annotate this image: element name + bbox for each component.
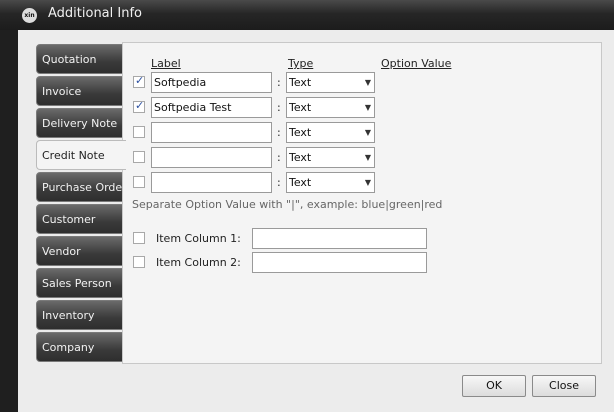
close-button[interactable]: Close bbox=[532, 375, 596, 397]
title-bar[interactable]: xin Additional Info bbox=[0, 0, 614, 30]
row-2-label-field[interactable]: Softpedia Test bbox=[151, 97, 272, 118]
row-1-type-value: Text bbox=[289, 76, 312, 89]
row-1-separator: : bbox=[277, 76, 281, 89]
tab-vendor[interactable]: Vendor bbox=[36, 236, 124, 266]
item-column-1-label: Item Column 1: bbox=[156, 232, 241, 245]
option-value-column-header: Option Value bbox=[381, 57, 452, 70]
row-2-checkbox[interactable] bbox=[133, 99, 145, 113]
tab-customer[interactable]: Customer bbox=[36, 204, 124, 234]
item-column-2-checkbox[interactable] bbox=[133, 256, 145, 268]
row-3-separator: : bbox=[277, 126, 281, 139]
row-5-type-value: Text bbox=[289, 176, 312, 189]
row-4-type-select[interactable]: Text ▼ bbox=[286, 147, 375, 168]
tab-delivery-note[interactable]: Delivery Note bbox=[36, 108, 124, 138]
window-title: Additional Info bbox=[48, 6, 142, 21]
row-4-separator: : bbox=[277, 151, 281, 164]
tab-credit-note[interactable]: Credit Note bbox=[36, 140, 126, 170]
row-2-separator: : bbox=[277, 101, 281, 114]
row-5-separator: : bbox=[277, 176, 281, 189]
item-column-2-label: Item Column 2: bbox=[156, 256, 241, 269]
row-3-checkbox[interactable] bbox=[133, 126, 145, 138]
row-5-checkbox[interactable] bbox=[133, 176, 145, 188]
ok-button[interactable]: OK bbox=[462, 375, 526, 397]
label-column-header: Label bbox=[151, 57, 181, 70]
row-3-type-select[interactable]: Text ▼ bbox=[286, 122, 375, 143]
app-icon: xin bbox=[22, 8, 37, 23]
option-value-hint: Separate Option Value with "|", example:… bbox=[132, 198, 443, 211]
tab-sales-person[interactable]: Sales Person bbox=[36, 268, 124, 298]
chevron-down-icon: ▼ bbox=[364, 128, 371, 137]
row-4-type-value: Text bbox=[289, 151, 312, 164]
chevron-down-icon: ▼ bbox=[364, 153, 371, 162]
item-column-1-checkbox[interactable] bbox=[133, 232, 145, 244]
row-4-label-field[interactable] bbox=[151, 147, 272, 168]
tab-inventory[interactable]: Inventory bbox=[36, 300, 124, 330]
chevron-down-icon: ▼ bbox=[364, 103, 371, 112]
row-1-label-field[interactable]: Softpedia bbox=[151, 72, 272, 93]
chevron-down-icon: ▼ bbox=[364, 78, 371, 87]
row-5-label-field[interactable] bbox=[151, 172, 272, 193]
item-column-1-field[interactable] bbox=[252, 228, 427, 249]
item-column-2-field[interactable] bbox=[252, 252, 427, 273]
additional-info-window: xin Additional Info Quotation Invoice De… bbox=[0, 0, 614, 412]
row-4-checkbox[interactable] bbox=[133, 151, 145, 163]
row-3-label-field[interactable] bbox=[151, 122, 272, 143]
type-column-header: Type bbox=[288, 57, 314, 70]
tab-purchase-order[interactable]: Purchase Order bbox=[36, 172, 127, 202]
row-3-type-value: Text bbox=[289, 126, 312, 139]
chevron-down-icon: ▼ bbox=[364, 178, 371, 187]
tab-company[interactable]: Company bbox=[36, 332, 124, 362]
tab-invoice[interactable]: Invoice bbox=[36, 76, 124, 106]
row-1-checkbox[interactable] bbox=[133, 74, 145, 88]
row-2-type-select[interactable]: Text ▼ bbox=[286, 97, 375, 118]
row-1-type-select[interactable]: Text ▼ bbox=[286, 72, 375, 93]
row-5-type-select[interactable]: Text ▼ bbox=[286, 172, 375, 193]
tab-quotation[interactable]: Quotation bbox=[36, 44, 124, 74]
row-2-type-value: Text bbox=[289, 101, 312, 114]
